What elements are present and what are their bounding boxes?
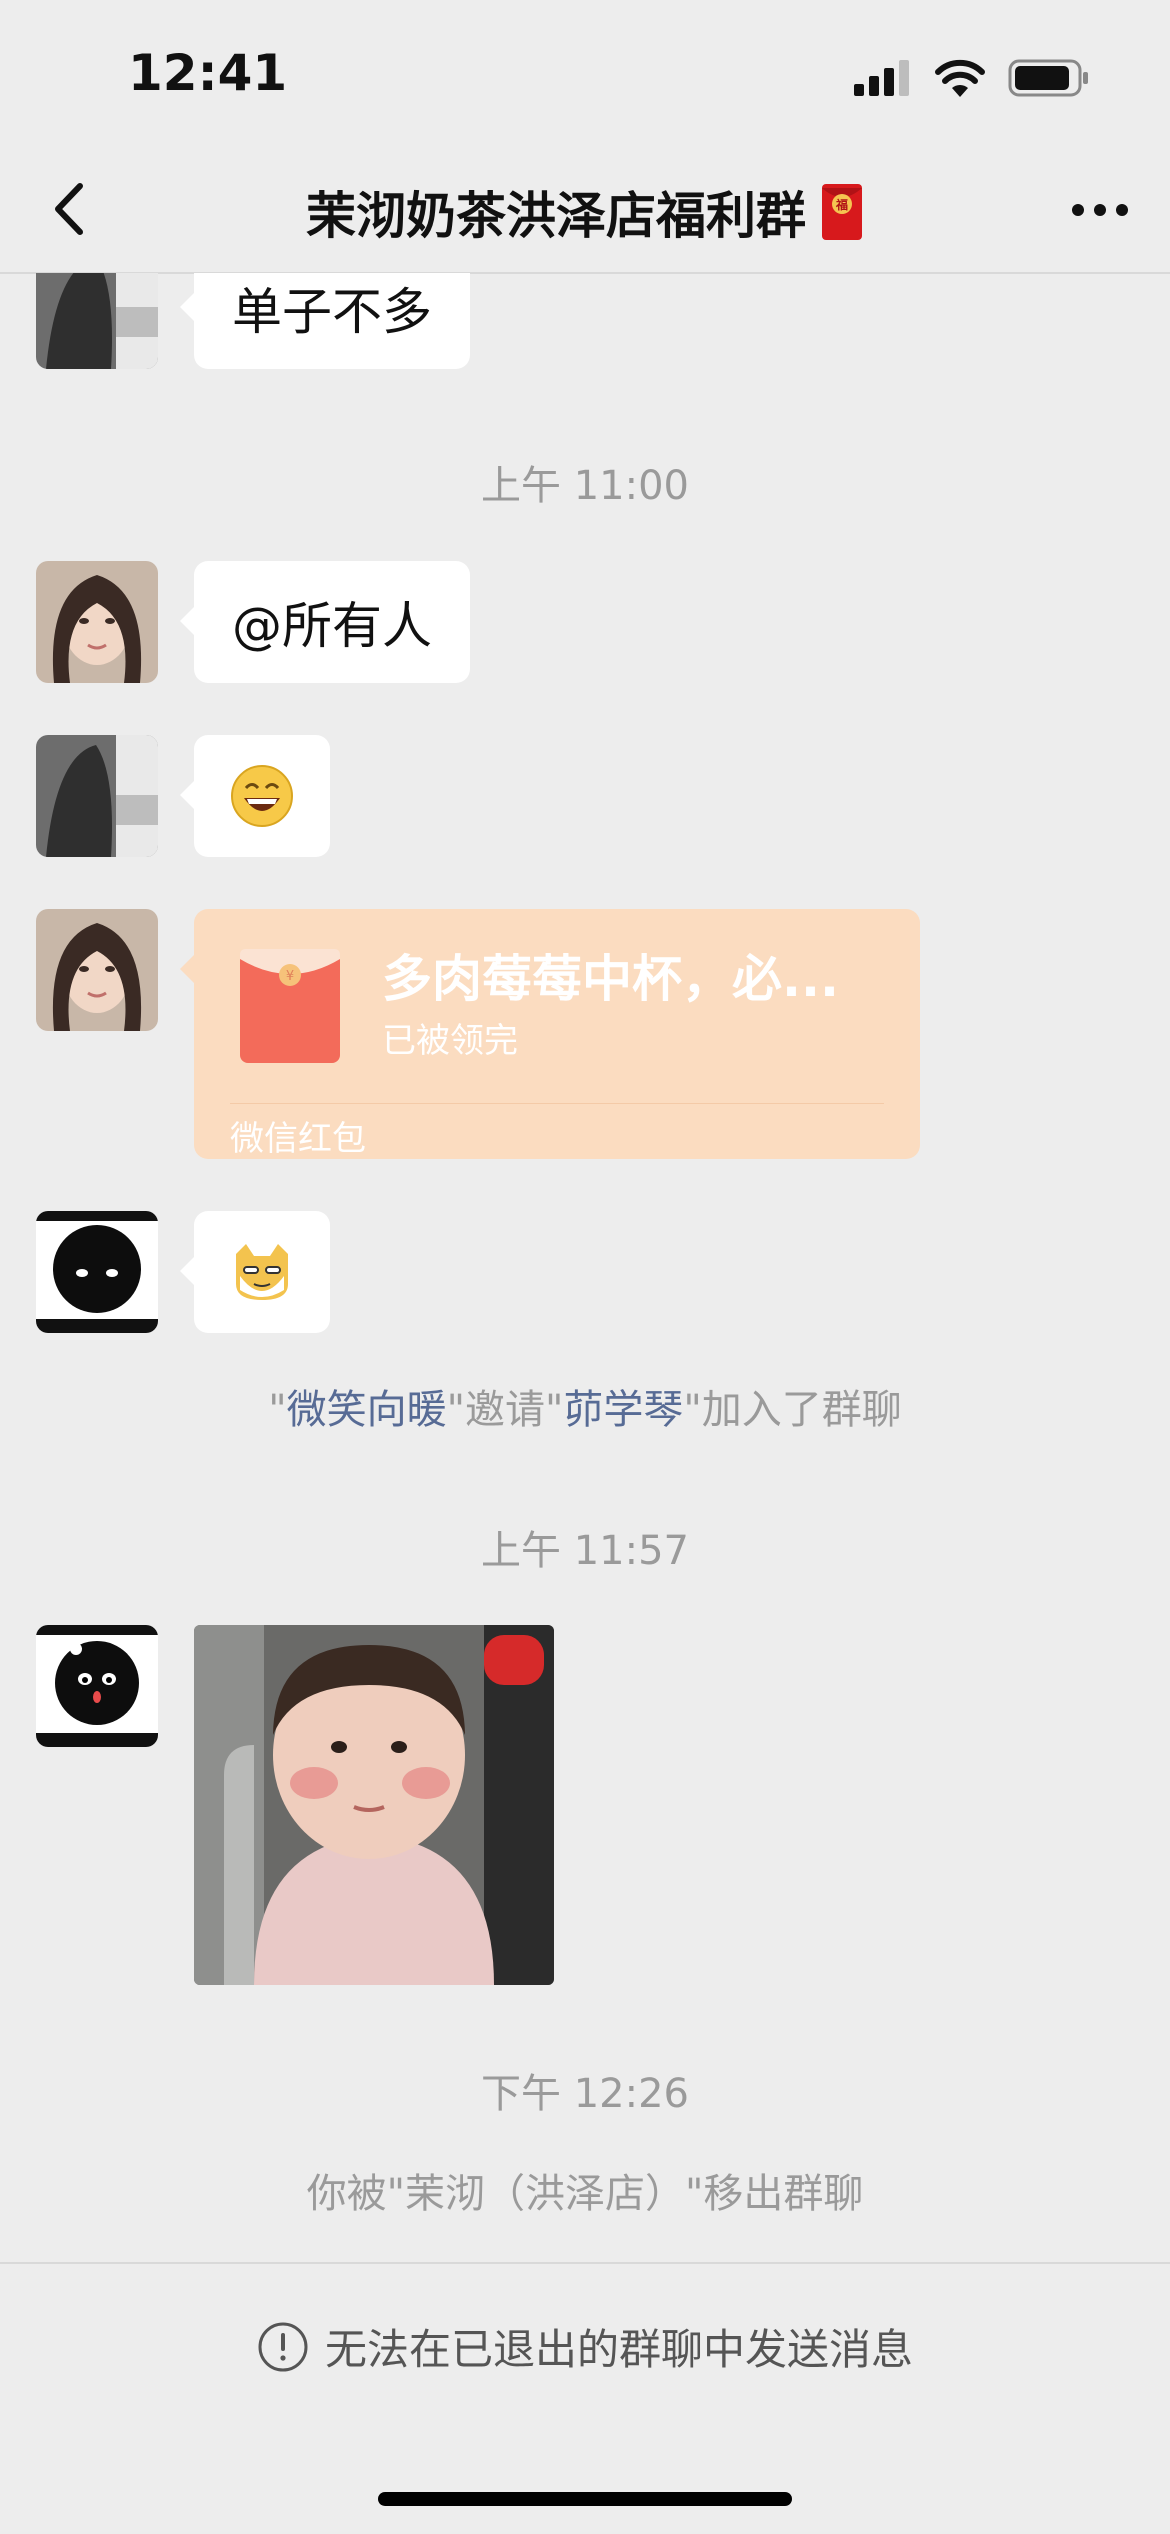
message-row: ¥ 多肉莓莓中杯，必... 已被领完 微信红包 <box>36 909 920 1159</box>
chat-title: 茉沏奶茶洪泽店福利群 <box>306 187 806 245</box>
avatar[interactable] <box>36 561 158 683</box>
message-text: 单子不多 <box>232 283 432 341</box>
red-packet-footer: 微信红包 <box>230 1119 366 1159</box>
red-packet-status: 已被领完 <box>382 1021 518 1061</box>
status-icons <box>854 56 1090 100</box>
cannot-send-notice: 无法在已退出的群聊中发送消息 <box>0 2316 1170 2377</box>
message-row <box>36 1211 330 1333</box>
svg-text:福: 福 <box>835 197 848 212</box>
red-envelope-emoji-icon: 福 <box>822 184 862 240</box>
timestamp: 上午 11:57 <box>481 1528 689 1574</box>
system-message-removed: 你被"茉沏（洪泽店）"移出群聊 <box>306 2171 864 2217</box>
more-dot-icon <box>1116 204 1128 216</box>
message-row <box>36 1625 554 1985</box>
timestamp: 下午 12:26 <box>481 2071 689 2117</box>
notice-text: 无法在已退出的群聊中发送消息 <box>324 2325 913 2374</box>
red-packet-icon: ¥ <box>240 949 340 1063</box>
red-packet-title: 多肉莓莓中杯，必... <box>382 950 839 1008</box>
message-row: 单子不多 <box>36 273 470 369</box>
chat-message-list[interactable]: 单子不多 上午 11:00 @所有人 ¥ 多肉莓莓中杯，必... 已被领完 微信… <box>0 273 1170 2263</box>
status-time: 12:41 <box>128 44 288 102</box>
wifi-icon <box>935 59 985 97</box>
message-bubble[interactable] <box>180 735 330 857</box>
status-bar: 12:41 <box>0 0 1170 150</box>
chat-title-bar: 茉沏奶茶洪泽店福利群 福 <box>0 176 1170 248</box>
grinning-face-emoji-icon <box>231 765 293 827</box>
message-row <box>36 735 330 857</box>
message-text: @所有人 <box>232 597 432 655</box>
image-message[interactable] <box>194 1625 554 1985</box>
system-message-invite: "微笑向暖"邀请"茆学琴"加入了群聊 <box>268 1387 902 1433</box>
message-bubble[interactable] <box>180 1211 330 1333</box>
red-packet-message[interactable]: ¥ 多肉莓莓中杯，必... 已被领完 微信红包 <box>180 909 920 1159</box>
avatar[interactable] <box>36 1625 158 1747</box>
invitee-name-link[interactable]: 茆学琴 <box>563 1387 683 1433</box>
nav-bar: 茉沏奶茶洪泽店福利群 福 <box>0 150 1170 274</box>
avatar[interactable] <box>36 735 158 857</box>
avatar[interactable] <box>36 273 158 369</box>
message-bubble[interactable]: @所有人 <box>180 561 470 683</box>
avatar[interactable] <box>36 1211 158 1333</box>
more-dot-icon <box>1094 204 1106 216</box>
timestamp: 上午 11:00 <box>481 463 689 509</box>
message-row: @所有人 <box>36 561 470 683</box>
more-dot-icon <box>1072 204 1084 216</box>
cellular-signal-icon <box>854 60 909 96</box>
svg-text:¥: ¥ <box>286 969 294 984</box>
avatar[interactable] <box>36 909 158 1031</box>
smug-cat-emoji-icon <box>236 1244 288 1300</box>
message-bubble[interactable]: 单子不多 <box>180 273 470 369</box>
inviter-name-link[interactable]: 微笑向暖 <box>287 1387 447 1433</box>
home-indicator[interactable] <box>378 2492 792 2506</box>
battery-icon <box>1008 59 1088 97</box>
more-options-button[interactable] <box>1060 180 1140 240</box>
exclamation-circle-icon <box>258 2322 308 2371</box>
red-packet-divider <box>230 1103 884 1104</box>
